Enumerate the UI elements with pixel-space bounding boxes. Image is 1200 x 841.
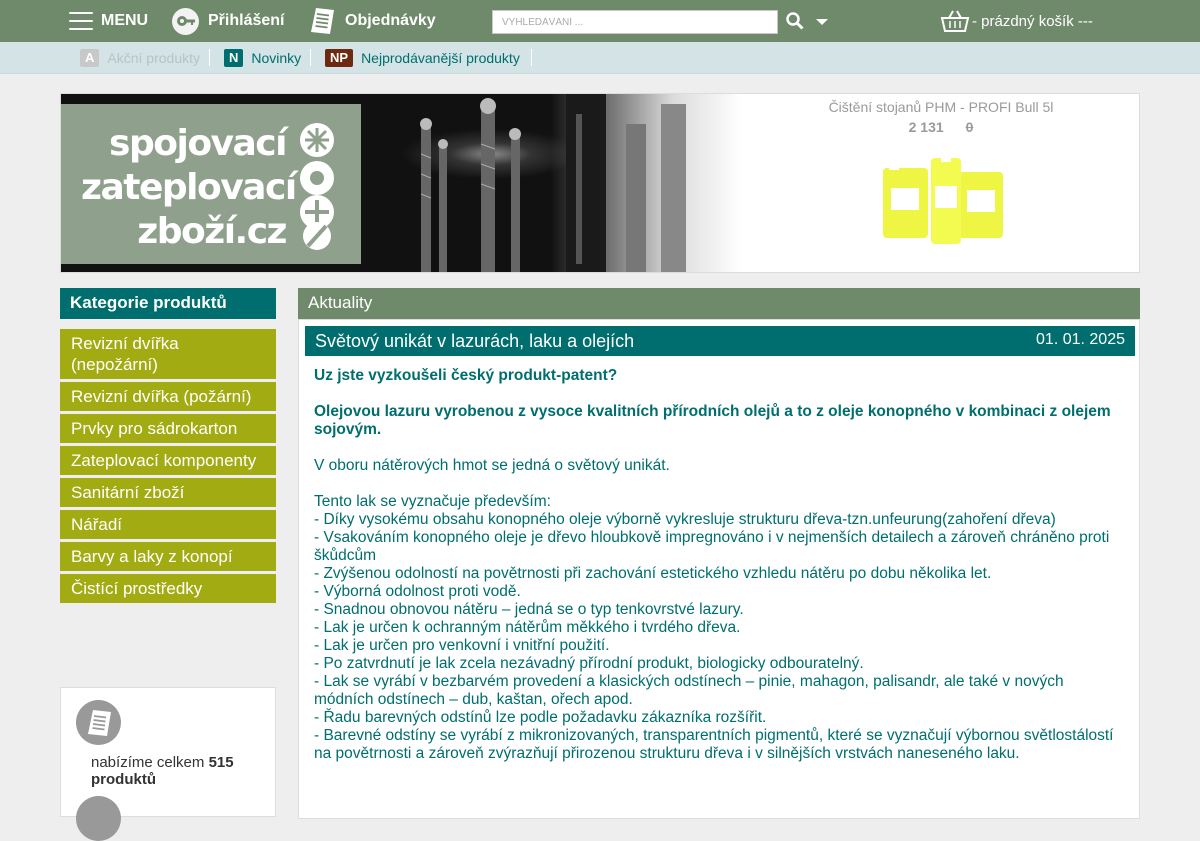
article-bullet: - Lak je určen pro venkovní i vnitřní po… bbox=[314, 637, 610, 654]
site-logo[interactable]: spojovací zateplovací zboží.cz bbox=[61, 104, 361, 264]
article-bullet: - Díky vysokému obsahu konopného oleje v… bbox=[314, 511, 1056, 528]
product-count-text: nabízíme celkem 515 produktů bbox=[91, 754, 234, 788]
divider bbox=[209, 49, 210, 66]
search-dropdown-icon[interactable] bbox=[816, 19, 828, 25]
category-item[interactable]: Prvky pro sádrokarton bbox=[60, 414, 276, 443]
news-panel: Světový unikát v lazurách, laku a olejíc… bbox=[298, 319, 1140, 819]
search-button[interactable] bbox=[785, 11, 805, 31]
stats-icon bbox=[76, 796, 121, 841]
category-item[interactable]: Sanitární zboží bbox=[60, 478, 276, 507]
article-bullet: - Po zatvrdnutí je lak zcela nezávadný p… bbox=[314, 655, 864, 672]
link-news-label: Novinky bbox=[251, 50, 302, 66]
article-bullet: - Zvýšenou odolností na povětrnosti při … bbox=[314, 565, 992, 582]
document-icon bbox=[308, 6, 336, 36]
cart-button[interactable]: - prázdný košík --- bbox=[940, 0, 1093, 42]
promo-title: Čištění stojanů PHM - PROFI Bull 5l bbox=[828, 99, 1054, 115]
top-bar: MENU Přihlášení Objednávky - prázdný koš… bbox=[0, 0, 1200, 42]
category-item[interactable]: Zateplovací komponenty bbox=[60, 446, 276, 475]
category-item[interactable]: Nářadí bbox=[60, 510, 276, 539]
category-list: Revizní dvířka (nepožární) Revizní dvířk… bbox=[60, 329, 276, 606]
stats-box: nabízíme celkem 515 produktů bbox=[60, 687, 276, 841]
quick-links-bar: A Akční produkty N Novinky NP Nejprodáva… bbox=[0, 42, 1200, 74]
article-bullet: - Snadnou obnovou nátěru – jedná se o ty… bbox=[314, 601, 744, 618]
category-item[interactable]: Revizní dvířka (požární) bbox=[60, 382, 276, 411]
search-box bbox=[492, 10, 778, 34]
link-sale-products[interactable]: A Akční produkty bbox=[80, 42, 200, 74]
logo-line-1: spojovací bbox=[109, 123, 287, 164]
article-date: 01. 01. 2025 bbox=[1036, 331, 1125, 348]
search-icon bbox=[786, 12, 804, 30]
article-intro: Olejovou lazuru vyrobenou z vysoce kvali… bbox=[314, 403, 1111, 438]
news-heading: Aktuality bbox=[298, 288, 1140, 319]
article-question: Uz jste vyzkoušeli český produkt-patent? bbox=[314, 367, 618, 384]
categories-heading: Kategorie produktů bbox=[60, 288, 276, 319]
login-button[interactable]: Přihlášení bbox=[172, 0, 284, 42]
category-item[interactable]: Čistící prostředky bbox=[60, 574, 276, 603]
logo-symbol-icon bbox=[300, 123, 334, 250]
product-image bbox=[883, 158, 1003, 244]
hamburger-icon bbox=[69, 12, 93, 30]
key-icon bbox=[172, 7, 199, 35]
cart-label: - prázdný košík --- bbox=[972, 12, 1093, 30]
link-bestsellers-label: Nejprodávanější produkty bbox=[361, 50, 520, 66]
article-bullet: - Vsakováním konopného oleje je dřevo hl… bbox=[314, 529, 1110, 564]
article-paragraph: V oboru nátěrových hmot se jedná o světo… bbox=[314, 457, 670, 474]
badge-n: N bbox=[224, 49, 244, 67]
badge-a: A bbox=[80, 49, 100, 67]
promo-product[interactable]: Čištění stojanů PHM - PROFI Bull 5l 2 13… bbox=[741, 94, 1139, 272]
link-sale-label: Akční produkty bbox=[107, 50, 200, 66]
search-input[interactable] bbox=[493, 11, 777, 33]
logo-line-3: zboží.cz bbox=[137, 211, 287, 252]
orders-label: Objednávky bbox=[345, 12, 436, 29]
link-bestsellers[interactable]: NP Nejprodávanější produkty bbox=[325, 42, 520, 74]
article-bullet: - Barevné odstíny se vyrábí z mikronizov… bbox=[314, 727, 1114, 762]
article-bullet: - Lak je určen k ochranným nátěrům měkké… bbox=[314, 619, 741, 636]
article-bullet: - Výborná odolnost proti vodě. bbox=[314, 583, 521, 600]
article-lead: Tento lak se vyznačuje především: bbox=[314, 493, 551, 510]
category-item[interactable]: Barvy a laky z konopí bbox=[60, 542, 276, 571]
menu-label: MENU bbox=[101, 12, 149, 29]
promo-price: 2 131 bbox=[908, 119, 944, 135]
article-title: Světový unikát v lazurách, laku a olejíc… bbox=[315, 331, 635, 351]
category-item[interactable]: Revizní dvířka (nepožární) bbox=[60, 329, 276, 379]
divider bbox=[531, 49, 532, 66]
link-news-products[interactable]: N Novinky bbox=[224, 42, 301, 74]
article-bullet: - Řadu barevných odstínů lze podle požad… bbox=[314, 709, 767, 726]
article-bullet: - Lak se vyrábí v bezbarvém provedení a … bbox=[314, 673, 1064, 708]
menu-button[interactable]: MENU bbox=[69, 0, 148, 42]
divider bbox=[310, 49, 311, 66]
screws-illustration bbox=[420, 94, 686, 272]
badge-np: NP bbox=[325, 49, 354, 67]
product-count: 515 bbox=[208, 754, 234, 771]
article-body: Uz jste vyzkoušeli český produkt-patent?… bbox=[314, 367, 1114, 763]
login-label: Přihlášení bbox=[208, 12, 285, 29]
banner: spojovací zateplovací zboží.cz Čištění s… bbox=[60, 93, 1140, 273]
promo-old-price: 0 bbox=[965, 119, 974, 135]
article-header[interactable]: Světový unikát v lazurách, laku a olejíc… bbox=[305, 326, 1135, 356]
logo-line-2: zateplovací bbox=[81, 167, 297, 208]
orders-button[interactable]: Objednávky bbox=[308, 0, 436, 42]
list-document-icon bbox=[76, 700, 121, 745]
basket-icon bbox=[940, 10, 970, 32]
